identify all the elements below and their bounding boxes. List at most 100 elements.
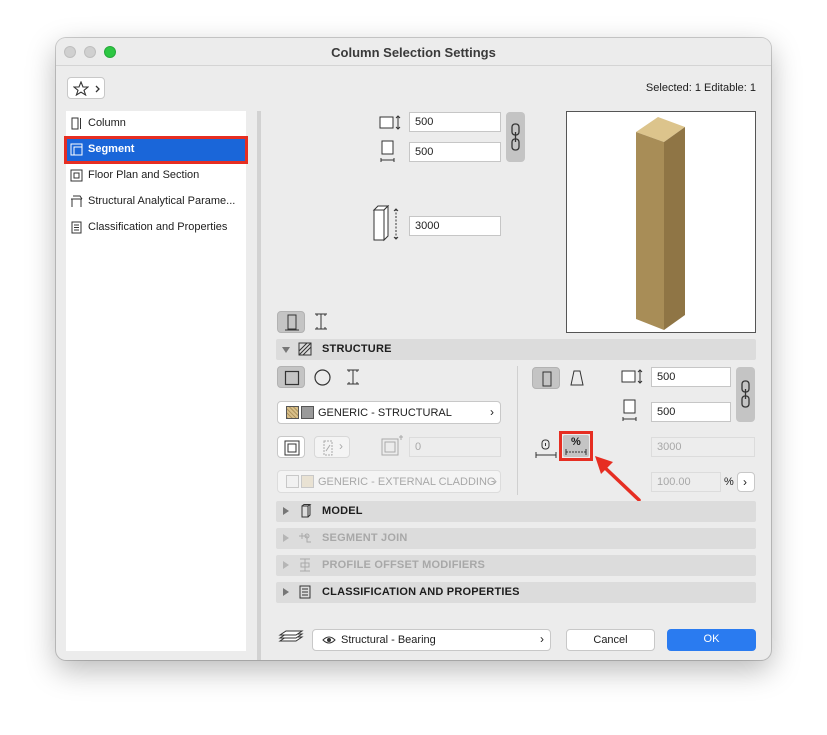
model-icon — [301, 504, 312, 518]
section-model[interactable]: MODEL — [276, 501, 756, 522]
expand-triangle-icon — [283, 507, 289, 515]
settings-sidebar: Column Segment Floor Plan and Section St… — [64, 111, 248, 651]
sidebar-item-classification[interactable]: Classification and Properties — [66, 216, 246, 240]
core-icon — [284, 440, 300, 456]
favorites-star-icon — [73, 81, 89, 96]
dialog-window: Column Selection Settings Selected: 1 Ed… — [56, 38, 771, 660]
length-measure-icon — [565, 449, 587, 455]
depth-input[interactable]: 500 — [409, 142, 501, 162]
section-structure[interactable]: STRUCTURE — [276, 339, 756, 360]
link-dimensions-toggle[interactable] — [506, 112, 525, 162]
percent-options-button[interactable]: › — [737, 472, 755, 492]
expand-triangle-icon — [283, 561, 289, 569]
segment-depth-input[interactable]: 500 — [651, 402, 731, 422]
panel-splitter[interactable] — [257, 111, 261, 660]
link-segment-dimensions-toggle[interactable] — [736, 367, 755, 422]
cladding-material-name: GENERIC - EXTERNAL CLADDING — [318, 476, 496, 488]
percent-unit-label: % — [724, 476, 734, 488]
layer-selector[interactable]: Structural - Bearing › — [312, 629, 551, 651]
veneer-icon — [323, 440, 333, 456]
layer-name: Structural - Bearing — [341, 634, 436, 646]
classification-icon — [71, 221, 82, 234]
sidebar-item-floor-plan[interactable]: Floor Plan and Section — [66, 164, 246, 188]
cancel-label: Cancel — [593, 634, 628, 646]
column-icon — [71, 117, 81, 130]
window-title: Column Selection Settings — [331, 45, 496, 60]
straight-column-icon — [285, 314, 299, 331]
profile-offset-icon — [300, 558, 310, 572]
sidebar-item-column[interactable]: Column — [66, 112, 246, 136]
chevron-right-icon: › — [743, 475, 747, 489]
section-label: SEGMENT JOIN — [322, 532, 408, 544]
veneer-type-selector[interactable]: › — [314, 436, 350, 458]
eye-icon — [322, 636, 336, 644]
veneer-thickness-input[interactable]: 0 — [409, 437, 501, 457]
section-label: STRUCTURE — [322, 343, 392, 355]
section-segment-join[interactable]: SEGMENT JOIN — [276, 528, 756, 549]
percent-highlight-box: % — [559, 431, 593, 461]
chevron-right-icon: › — [339, 439, 343, 453]
section-label: MODEL — [322, 505, 363, 517]
segment-length-input[interactable]: 3000 — [651, 437, 755, 457]
cancel-button[interactable]: Cancel — [566, 629, 655, 651]
title-bar: Column Selection Settings — [56, 38, 771, 66]
chevron-right-icon: › — [540, 632, 544, 646]
chevron-right-icon — [95, 85, 100, 93]
expand-triangle-icon — [282, 347, 290, 353]
width-input[interactable]: 500 — [409, 112, 501, 132]
cladding-material-selector[interactable]: GENERIC - EXTERNAL CLADDING › — [277, 470, 501, 493]
section-classification-properties[interactable]: CLASSIFICATION AND PROPERTIES — [276, 582, 756, 603]
height-input[interactable]: 3000 — [409, 216, 501, 236]
column-3d-image — [636, 117, 685, 330]
hatch-icon — [298, 342, 312, 356]
percent-length-toggle[interactable]: % — [563, 435, 589, 457]
tapered-segment-toggle[interactable] — [563, 367, 591, 389]
expand-triangle-icon — [283, 588, 289, 596]
sidebar-item-segment[interactable]: Segment — [64, 136, 248, 164]
floor-plan-icon — [70, 169, 83, 182]
chevron-right-icon: › — [490, 405, 494, 419]
chain-link-icon — [741, 380, 750, 408]
sidebar-item-label: Column — [88, 117, 126, 129]
segment-join-icon — [299, 533, 311, 543]
i-profile-icon — [347, 369, 359, 385]
circular-shape-toggle[interactable] — [308, 366, 336, 388]
section-label: PROFILE OFFSET MODIFIERS — [322, 559, 486, 571]
circle-icon — [314, 369, 331, 386]
rectangle-icon — [284, 370, 300, 386]
annotation-arrow-icon — [595, 456, 641, 502]
lock-length-icon — [535, 439, 557, 458]
chain-link-icon — [511, 123, 520, 151]
ok-button[interactable]: OK — [667, 629, 756, 651]
i-profile-icon — [315, 313, 327, 330]
profile-shape-toggle[interactable] — [339, 366, 367, 388]
rectangular-shape-toggle[interactable] — [277, 366, 305, 388]
favorites-button[interactable] — [67, 77, 105, 99]
straight-column-toggle[interactable] — [277, 311, 305, 333]
profiled-column-toggle[interactable] — [307, 311, 335, 333]
section-profile-offset-modifiers[interactable]: PROFILE OFFSET MODIFIERS — [276, 555, 756, 576]
depth-dimension-icon — [622, 399, 637, 421]
building-material-selector[interactable]: GENERIC - STRUCTURAL › — [277, 401, 501, 424]
width-dimension-icon — [621, 369, 643, 384]
section-label: CLASSIFICATION AND PROPERTIES — [322, 586, 520, 598]
building-material-name: GENERIC - STRUCTURAL — [318, 407, 452, 419]
material-swatch — [301, 406, 314, 419]
depth-dimension-icon — [380, 140, 395, 162]
segment-icon — [70, 143, 83, 156]
material-swatch — [301, 475, 314, 488]
material-swatch — [286, 475, 299, 488]
column-3d-preview — [566, 111, 756, 333]
height-dimension-icon — [372, 205, 399, 242]
sidebar-item-structural-analytical[interactable]: Structural Analytical Parame... — [66, 190, 246, 214]
selection-count: Selected: 1 Editable: 1 — [645, 82, 756, 94]
material-swatch — [286, 406, 299, 419]
core-toggle[interactable] — [277, 436, 305, 458]
sidebar-item-label: Segment — [88, 143, 135, 155]
classification-icon — [299, 585, 311, 599]
ok-label: OK — [703, 633, 720, 645]
segment-width-input[interactable]: 500 — [651, 367, 731, 387]
segment-percent-input[interactable]: 100.00 — [651, 472, 721, 492]
expand-triangle-icon — [283, 534, 289, 542]
uniform-segment-toggle[interactable] — [532, 367, 560, 389]
